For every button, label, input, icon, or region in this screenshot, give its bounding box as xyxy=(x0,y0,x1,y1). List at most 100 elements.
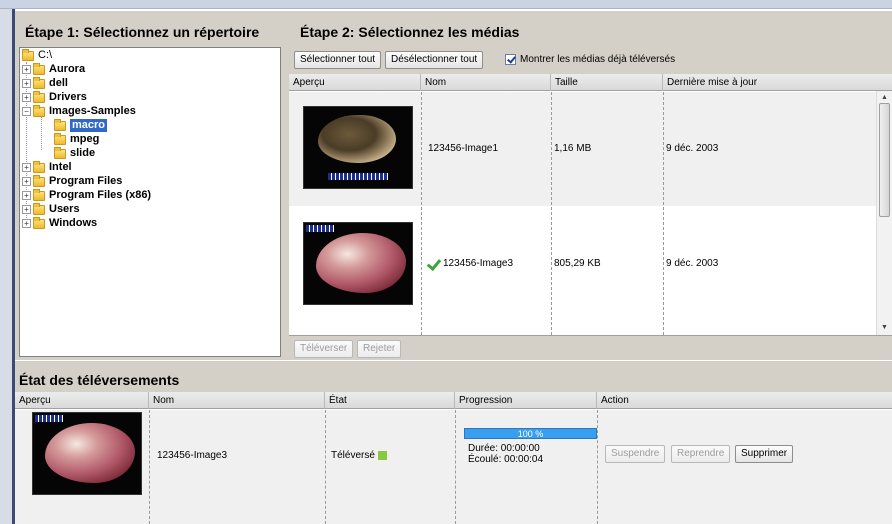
expand-icon[interactable]: + xyxy=(22,79,31,88)
tree-item-users[interactable]: + Users xyxy=(22,202,80,216)
column-separator xyxy=(325,410,326,524)
upload-progress-bar: 100 % xyxy=(464,428,597,439)
delete-button[interactable]: Supprimer xyxy=(735,445,794,463)
step2-actions: Téléverser Rejeter xyxy=(289,335,892,360)
tree-item-slide[interactable]: slide xyxy=(54,146,96,160)
tree-item-drivers[interactable]: + Drivers xyxy=(22,90,87,104)
expand-icon[interactable]: + xyxy=(22,205,31,214)
scroll-up-icon[interactable]: ▲ xyxy=(881,94,888,101)
tree-item-label: slide xyxy=(70,147,96,159)
upload-status-label: Téléversé xyxy=(331,450,375,461)
expand-icon[interactable]: + xyxy=(22,93,31,102)
show-uploaded-toggle[interactable]: Montrer les médias déjà téléversés xyxy=(505,54,675,65)
upload-row[interactable]: 123456-Image3 Téléversé 100 % Durée: 00:… xyxy=(15,410,892,524)
tree-item-images-samples[interactable]: − Images-Samples xyxy=(22,104,136,118)
folder-open-icon xyxy=(33,104,45,117)
upload-name: 123456-Image3 xyxy=(157,450,228,461)
column-header-size[interactable]: Taille xyxy=(551,74,663,91)
column-header-progress[interactable]: Progression xyxy=(455,392,597,409)
preview-thumbnail xyxy=(303,106,413,189)
reject-button[interactable]: Rejeter xyxy=(357,340,402,358)
folder-icon xyxy=(33,90,45,103)
media-table-header: Aperçu Nom Taille Dernière mise à jour xyxy=(289,74,892,91)
tree-item-windows[interactable]: + Windows xyxy=(22,216,98,230)
step1-title: Étape 1: Sélectionnez un répertoire xyxy=(25,24,260,40)
expand-icon[interactable]: + xyxy=(22,177,31,186)
expand-icon[interactable]: + xyxy=(22,163,31,172)
folder-icon xyxy=(33,160,45,173)
tree-item-intel[interactable]: + Intel xyxy=(22,160,72,174)
tree-item-label: Drivers xyxy=(49,91,87,103)
folder-icon xyxy=(54,146,66,159)
specimen-image xyxy=(316,233,406,293)
expand-icon[interactable]: + xyxy=(22,65,31,74)
column-separator xyxy=(663,92,664,335)
uploads-panel: État des téléversements Aperçu Nom État … xyxy=(15,364,892,524)
tree-item-label: dell xyxy=(49,77,68,89)
step2-title: Étape 2: Sélectionnez les médias xyxy=(300,24,520,40)
uploaded-check-icon xyxy=(426,259,440,269)
tree-item-label: Windows xyxy=(49,217,98,229)
expand-icon[interactable]: + xyxy=(22,219,31,228)
folder-icon xyxy=(22,48,34,61)
tree-item-label: mpeg xyxy=(70,133,100,145)
preview-thumbnail xyxy=(303,222,413,305)
scroll-down-icon[interactable]: ▼ xyxy=(881,324,888,331)
media-date: 9 déc. 2003 xyxy=(666,143,719,154)
directory-tree[interactable]: C:\ + Aurora + dell + Drivers − Images-S… xyxy=(19,47,281,357)
column-separator xyxy=(149,410,150,524)
column-header-date[interactable]: Dernière mise à jour xyxy=(663,74,892,91)
suspend-button[interactable]: Suspendre xyxy=(605,445,666,463)
window-frame-top xyxy=(0,0,892,9)
tree-item-macro[interactable]: macro xyxy=(54,118,108,132)
uploads-table: Aperçu Nom État Progression Action 12345… xyxy=(15,392,892,524)
column-separator xyxy=(597,410,598,524)
column-header-preview[interactable]: Aperçu xyxy=(289,74,421,91)
select-all-button[interactable]: Sélectionner tout xyxy=(294,51,382,69)
column-header-preview[interactable]: Aperçu xyxy=(15,392,149,409)
column-header-name[interactable]: Nom xyxy=(421,74,551,91)
folder-icon xyxy=(33,188,45,201)
folder-icon xyxy=(54,132,66,145)
resume-button[interactable]: Reprendre xyxy=(671,445,731,463)
tree-item-label: Images-Samples xyxy=(49,105,136,117)
tree-item-root[interactable]: C:\ xyxy=(22,48,52,62)
column-separator xyxy=(421,92,422,335)
deselect-all-button[interactable]: Désélectionner tout xyxy=(385,51,484,69)
table-row[interactable]: 123456-Image1 1,16 MB 9 déc. 2003 xyxy=(289,92,876,206)
media-name: 123456-Image3 xyxy=(443,258,514,269)
collapse-icon[interactable]: − xyxy=(22,107,31,116)
folder-icon xyxy=(33,76,45,89)
scale-ruler xyxy=(306,225,334,232)
media-size: 1,16 MB xyxy=(554,143,592,154)
specimen-image xyxy=(318,115,396,163)
upload-button[interactable]: Téléverser xyxy=(294,340,354,358)
column-separator xyxy=(551,92,552,335)
progress-text: 100 % xyxy=(517,429,544,439)
tree-item-program-files-x86[interactable]: + Program Files (x86) xyxy=(22,188,152,202)
tree-item-label: Program Files xyxy=(49,175,123,187)
media-date: 9 déc. 2003 xyxy=(666,258,719,269)
show-uploaded-checkbox[interactable] xyxy=(505,54,516,65)
tree-item-label: Users xyxy=(49,203,80,215)
preview-thumbnail xyxy=(32,412,142,495)
tree-item-mpeg[interactable]: mpeg xyxy=(54,132,100,146)
scroll-thumb[interactable] xyxy=(879,103,890,217)
tree-item-aurora[interactable]: + Aurora xyxy=(22,62,86,76)
column-header-status[interactable]: État xyxy=(325,392,455,409)
specimen-image xyxy=(45,423,135,483)
column-header-action[interactable]: Action xyxy=(597,392,892,409)
tree-item-dell[interactable]: + dell xyxy=(22,76,68,90)
folder-icon xyxy=(54,118,66,131)
tree-item-label: Program Files (x86) xyxy=(49,189,152,201)
column-header-name[interactable]: Nom xyxy=(149,392,325,409)
folder-icon xyxy=(33,216,45,229)
tree-item-program-files[interactable]: + Program Files xyxy=(22,174,123,188)
upload-status: Téléversé xyxy=(331,450,387,461)
status-ok-icon xyxy=(377,450,387,460)
expand-icon[interactable]: + xyxy=(22,191,31,200)
media-table: Aperçu Nom Taille Dernière mise à jour 1… xyxy=(289,74,892,335)
table-row[interactable]: 123456-Image3 805,29 KB 9 déc. 2003 xyxy=(289,206,876,318)
tree-item-label: Aurora xyxy=(49,63,86,75)
media-scrollbar[interactable]: ▲ ▼ xyxy=(876,91,892,335)
